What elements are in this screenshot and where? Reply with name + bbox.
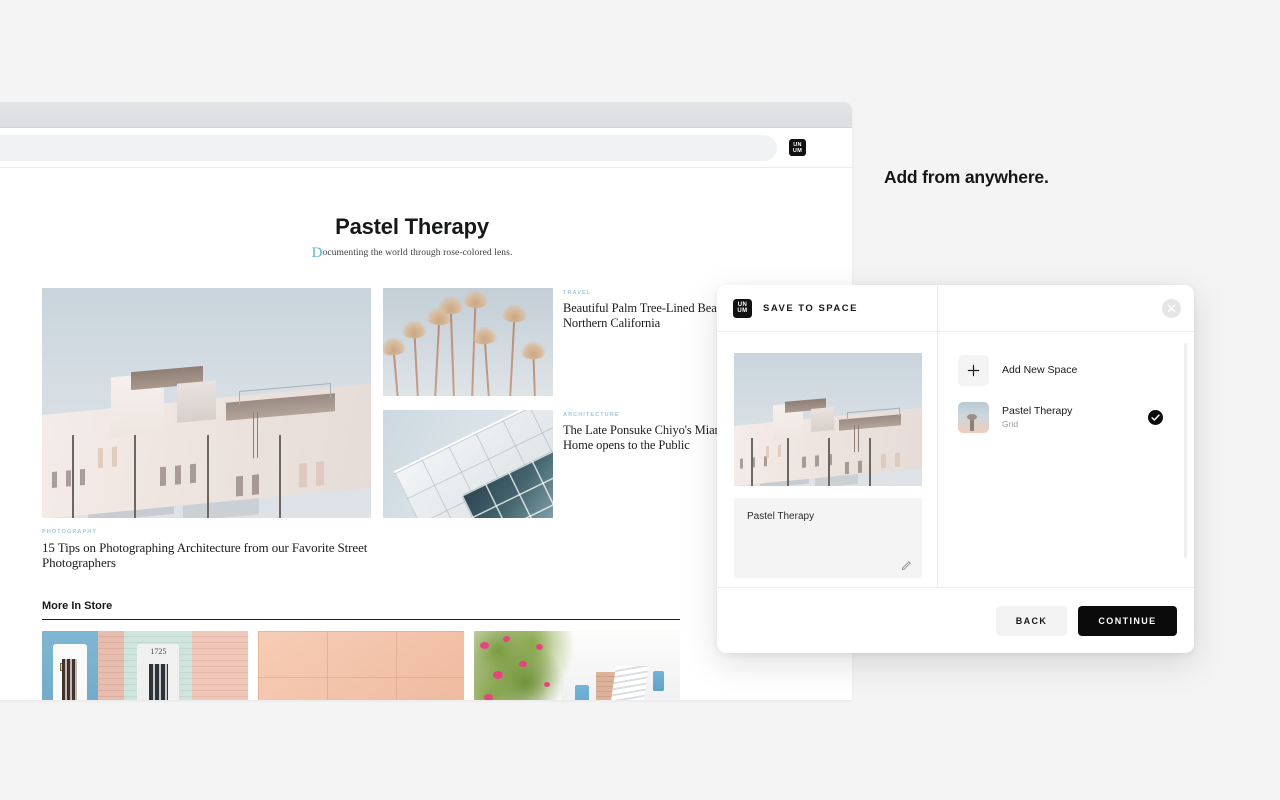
article-kicker: PHOTOGRAPHY [42, 529, 98, 535]
articles-grid: PHOTOGRAPHY 15 Tips on Photographing Arc… [42, 288, 752, 570]
url-input[interactable] [0, 134, 777, 161]
continue-button[interactable]: CONTINUE [1078, 605, 1177, 636]
modal-footer: BACK CONTINUE [717, 587, 1194, 653]
selected-check-icon[interactable] [1148, 409, 1163, 425]
more-thumbs-row: 1725 [42, 631, 680, 700]
preview-image [734, 353, 922, 486]
modal-body: Pastel Therapy Add New Space Pastel Ther… [717, 332, 1194, 587]
article-card-architecture[interactable]: ARCHITECTURE The Late Ponsuke Chiyo's Mi… [383, 410, 752, 518]
edit-pencil-icon[interactable] [901, 558, 912, 571]
pastel-doorways-photo[interactable]: 1725 [42, 631, 248, 700]
space-subtitle: Grid [1002, 419, 1019, 429]
palm-trees-photo[interactable] [383, 288, 553, 396]
article-card-photography[interactable]: PHOTOGRAPHY 15 Tips on Photographing Arc… [42, 288, 371, 570]
site-header: Pastel Therapy Documenting the world thr… [0, 214, 852, 261]
bougainvillea-white-building-photo[interactable] [474, 631, 680, 700]
save-to-space-modal: UN UM SAVE TO SPACE Pastel Therapy Add N… [717, 285, 1194, 653]
unum-logo-icon: UN UM [733, 298, 752, 318]
browser-toolbar: UN UM [0, 128, 852, 168]
more-in-store-title: More In Store [42, 600, 113, 613]
space-list-item[interactable]: Pastel Therapy Grid [958, 397, 1176, 437]
tagline-text: ocumenting the world through rose-colore… [322, 248, 513, 258]
more-in-store-section: More In Store 1725 [42, 600, 680, 700]
screen-root: UN UM Pastel Therapy Documenting the wor… [0, 0, 1280, 800]
space-thumbnail [958, 401, 989, 433]
promo-headline: Add from anywhere. [884, 167, 1049, 187]
modal-preview-panel: Pastel Therapy [717, 332, 938, 587]
close-icon[interactable] [1162, 299, 1181, 318]
caption-value: Pastel Therapy [747, 511, 815, 522]
space-label-group: Pastel Therapy Grid [1002, 405, 1148, 429]
unum-icon-line2: UM [792, 147, 803, 154]
spaces-list-panel: Add New Space Pastel Therapy Grid [938, 332, 1194, 587]
article-headline[interactable]: 15 Tips on Photographing Architecture fr… [42, 540, 371, 570]
space-name: Pastel Therapy [1002, 405, 1073, 417]
caption-input[interactable]: Pastel Therapy [734, 498, 922, 578]
modal-title: SAVE TO SPACE [763, 302, 858, 314]
spaces-scrollbar[interactable] [1183, 343, 1187, 558]
add-new-space-label: Add New Space [1002, 364, 1078, 376]
article-side-column: TRAVEL Beautiful Palm Tree-Lined Beaches… [383, 288, 752, 570]
glass-building-corner-photo[interactable] [383, 410, 553, 518]
article-card-travel[interactable]: TRAVEL Beautiful Palm Tree-Lined Beaches… [383, 288, 752, 396]
unum-logo-line2: UM [737, 308, 748, 314]
unum-extension-icon[interactable]: UN UM [789, 139, 806, 156]
browser-titlebar[interactable] [0, 102, 852, 128]
modal-header: UN UM SAVE TO SPACE [717, 285, 1194, 332]
peach-tiled-wall-photo[interactable] [258, 631, 464, 700]
door-number-label: 1725 [150, 647, 167, 657]
modal-header-left: UN UM SAVE TO SPACE [717, 285, 938, 331]
section-divider [42, 619, 680, 621]
add-new-space-button[interactable]: Add New Space [958, 350, 1176, 390]
pink-modernist-building-photo[interactable] [42, 288, 371, 518]
site-title: Pastel Therapy [335, 214, 489, 239]
tagline-dropcap: D [311, 245, 323, 261]
plus-icon [958, 354, 989, 386]
site-tagline: Documenting the world through rose-color… [0, 245, 852, 261]
back-button[interactable]: BACK [996, 605, 1067, 636]
